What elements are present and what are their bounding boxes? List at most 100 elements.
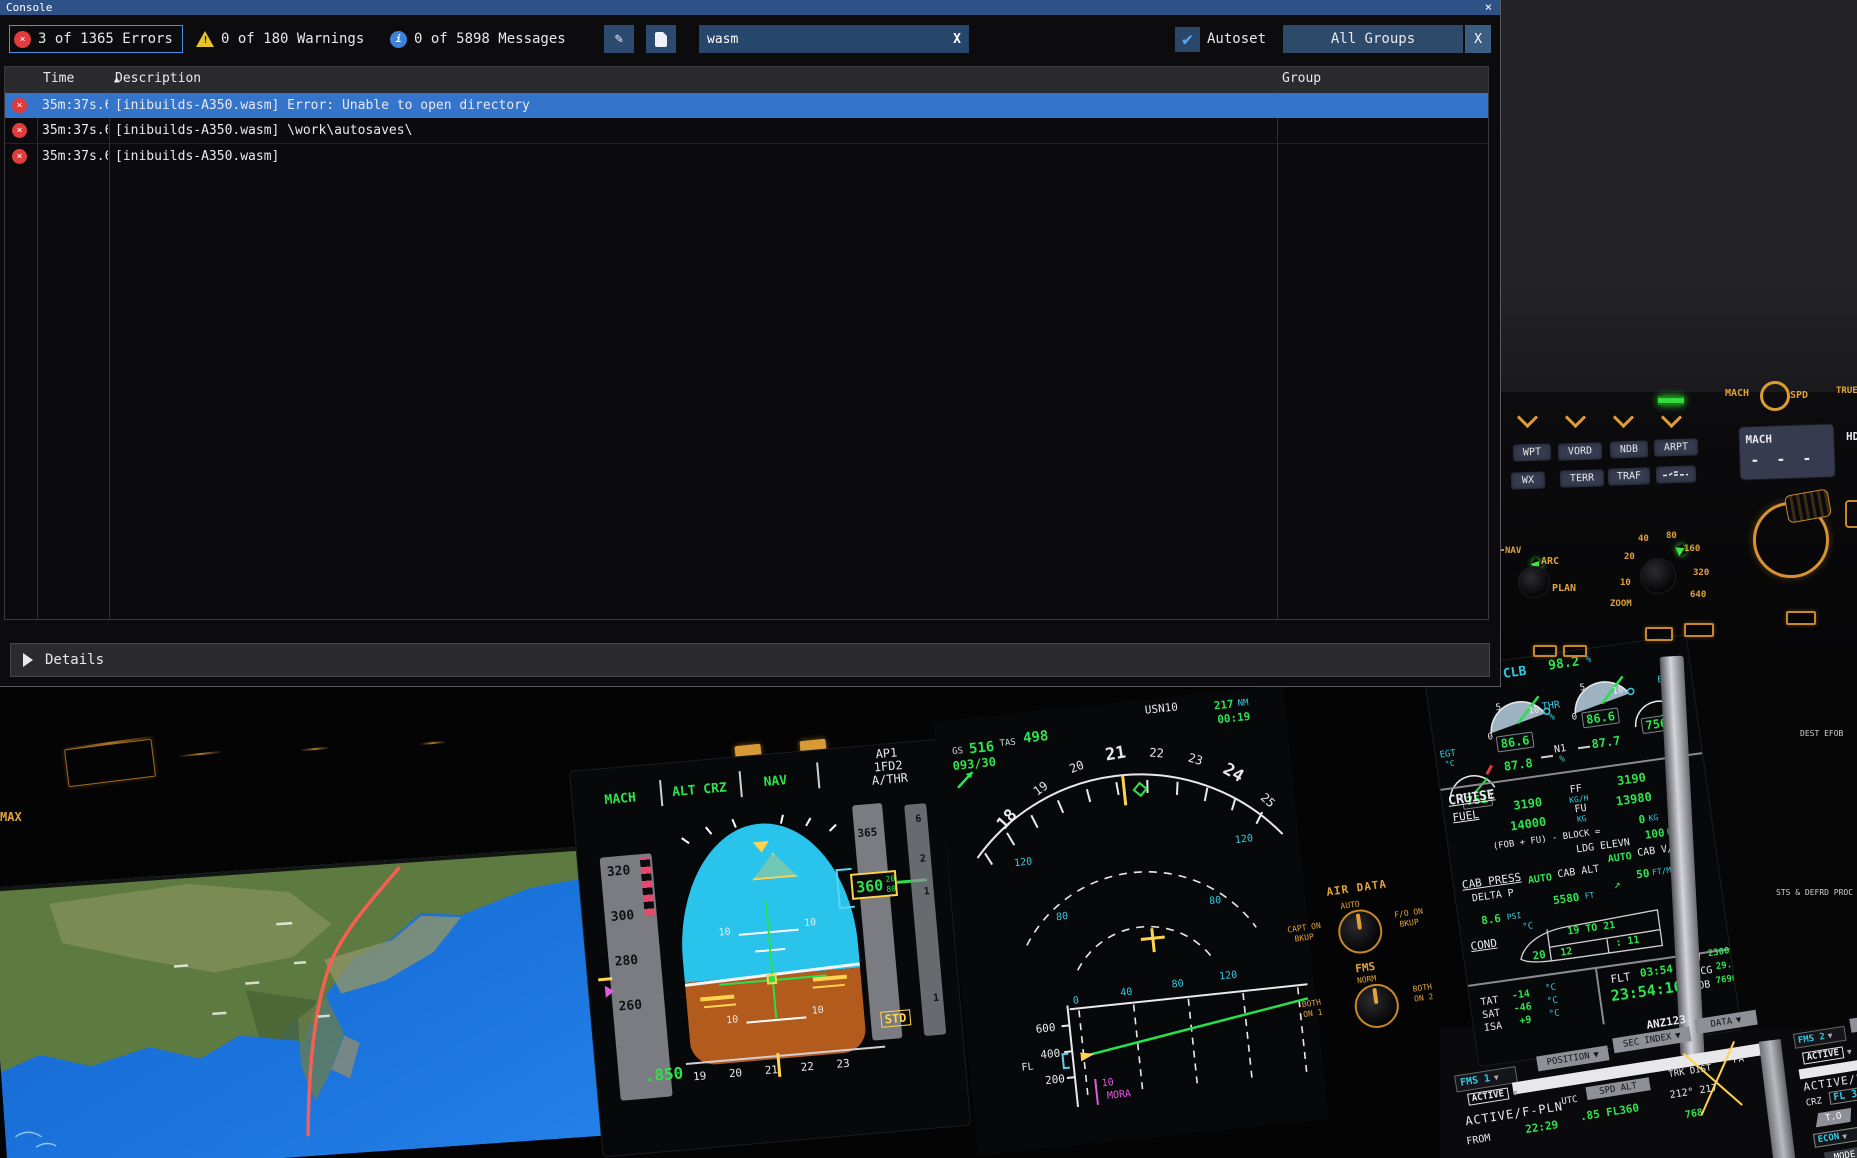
wx-button[interactable]: WX <box>1511 471 1546 489</box>
fms2-dropdown[interactable]: FMS 2 ▼ <box>1793 1026 1847 1049</box>
console-titlebar[interactable]: Console <box>0 0 1500 15</box>
cab-vs-arrow: ↗ <box>1612 877 1621 892</box>
fms-both1b: ON 1 <box>1303 1008 1323 1020</box>
range-640: 640 <box>1690 590 1706 600</box>
range-right-80: 80 <box>1209 895 1222 907</box>
range-knob[interactable] <box>1640 558 1676 594</box>
vd-alt-bracket <box>1062 1054 1069 1069</box>
mach-value: .850 <box>644 1063 684 1085</box>
nd-mode-knob[interactable] <box>1518 566 1550 598</box>
dist-to-wpt: 217 <box>1213 698 1234 713</box>
spd-knob-label: SPD <box>1790 390 1808 401</box>
dist-unit: NM <box>1237 698 1249 709</box>
pitch-10-right: 10 <box>804 917 817 929</box>
source-selectors: AIR DATA AUTO CAPT ON BKUP F/O ON BKUP F… <box>1282 871 1453 1050</box>
svg-text:0: 0 <box>1487 732 1494 743</box>
error-icon: × <box>12 98 27 113</box>
log-row[interactable]: × 35m:37s.614 [inibuilds-A350.wasm] Erro… <box>5 93 1488 118</box>
mach-knob-label: MACH <box>1725 388 1749 399</box>
search-clear-button[interactable]: X <box>953 32 961 47</box>
fu1-value: 14000 <box>1509 815 1547 834</box>
nd-display: GS 516 TAS 498 093/30 USN10 217 NM 00:19… <box>933 685 1329 1155</box>
hdg-20: 20 <box>728 1066 742 1080</box>
wpt-spd-alt: .85 FL360 <box>1579 1101 1640 1123</box>
col-description[interactable]: Description <box>115 71 201 86</box>
log-row[interactable]: × 35m:37s.614 [inibuilds-A350.wasm] <box>5 144 1488 169</box>
wpt-time: 22:29 <box>1524 1118 1559 1136</box>
arpt-button[interactable]: ARPT <box>1654 438 1699 457</box>
pitch-10-low-left: 10 <box>726 1014 739 1026</box>
ndb-button[interactable]: NDB <box>1610 440 1649 458</box>
vord-button[interactable]: VORD <box>1558 442 1603 461</box>
position-dropdown[interactable]: POSITION▼ <box>1536 1045 1609 1071</box>
baro-std: STD <box>880 1009 911 1028</box>
isa-label: ISA <box>1483 1021 1502 1034</box>
panel-button[interactable] <box>1645 627 1673 641</box>
compass-21: 21 <box>1104 742 1127 765</box>
econ-dropdown[interactable]: ECON ▼ <box>1813 1126 1857 1148</box>
log-row[interactable]: × 35m:37s.614 [inibuilds-A350.wasm] \wor… <box>5 118 1488 144</box>
range-left-120: 120 <box>1014 856 1033 869</box>
terr-button[interactable]: TERR <box>1560 469 1605 488</box>
hdg-19: 19 <box>692 1069 706 1083</box>
capt-bkup-label: BKUP <box>1294 932 1314 944</box>
cab-alt-value: 5580 <box>1552 891 1580 908</box>
vd-fl-label: FL <box>1021 1061 1034 1073</box>
warnings-filter-button[interactable]: ! 0 of 180 Warnings <box>196 25 364 53</box>
search-input[interactable]: wasm X <box>699 25 969 53</box>
chevron-down-icon: ▼ <box>1827 1031 1833 1041</box>
ff1-value: 3190 <box>1513 795 1544 813</box>
vd-fl400: 400 <box>1040 1047 1061 1062</box>
copy-button[interactable] <box>646 25 676 53</box>
cockpit-temp: 20 <box>1532 948 1547 963</box>
panel-button[interactable] <box>1684 623 1714 637</box>
traf-button[interactable]: TRAF <box>1608 467 1651 485</box>
speed-tick-280: 280 <box>614 953 639 970</box>
fma-vertical-mode: ALT CRZ <box>672 780 728 800</box>
vd-dist-120: 120 <box>1219 970 1238 983</box>
tas-label: TAS <box>999 737 1016 749</box>
pitch-10-low-right: 10 <box>811 1005 824 1017</box>
air-data-knob[interactable] <box>1335 907 1385 957</box>
svg-text:0: 0 <box>1571 712 1578 723</box>
pfd-display: MACH ALT CRZ NAV AP1 1FD2 A/THR 320 300 … <box>570 740 970 1157</box>
n1-2-value: 87.7 <box>1591 733 1622 751</box>
range-40: 40 <box>1638 534 1649 544</box>
fms-knob[interactable] <box>1352 981 1402 1031</box>
row-time: 35m:37s.614 <box>42 98 108 113</box>
autoset-checkbox[interactable]: ✔ <box>1175 27 1200 52</box>
hdg-22: 22 <box>800 1060 814 1074</box>
to-tab[interactable]: T.O <box>1814 1108 1854 1128</box>
messages-filter-button[interactable]: i 0 of 5898 Messages <box>390 25 566 53</box>
altitude-value: 360 <box>855 876 884 896</box>
errors-filter-button[interactable]: × 3 of 1365 Errors <box>9 25 183 53</box>
copy-icon <box>655 32 667 47</box>
panel-button[interactable] <box>1786 611 1816 625</box>
group-filter-dropdown[interactable]: All Groups <box>1283 25 1463 53</box>
from-label: FROM <box>1466 1133 1492 1148</box>
info-icon: i <box>390 31 407 48</box>
block-value: 0 <box>1638 813 1646 827</box>
attitude-indicator: 10 10 10 10 <box>672 816 868 1066</box>
data-dropdown[interactable]: DATA▼ <box>1694 1010 1758 1035</box>
altitude-small-top: 20 <box>885 874 895 884</box>
mach-spd-knob[interactable] <box>1760 381 1790 411</box>
vs-2: 2 <box>919 853 926 864</box>
col-time[interactable]: Time <box>43 71 74 86</box>
speed-window-label: MACH <box>1745 433 1772 447</box>
details-expander[interactable]: Details <box>10 643 1490 677</box>
panel-button[interactable] <box>1533 645 1557 657</box>
compass-24: 24 <box>1219 759 1247 787</box>
group-clear-button[interactable]: X <box>1465 25 1491 53</box>
clear-console-button[interactable]: ✎ <box>604 25 634 53</box>
panel-button[interactable] <box>1563 645 1587 657</box>
range-80: 80 <box>1666 531 1677 541</box>
tat-unit: °C <box>1545 983 1557 994</box>
route-filter-button[interactable] <box>1656 465 1697 483</box>
close-icon[interactable]: × <box>1485 0 1492 15</box>
col-group[interactable]: Group <box>1282 71 1321 86</box>
fma-divider <box>816 762 820 788</box>
cursor-icon <box>1672 1031 1773 1124</box>
fuel-title: FUEL <box>1452 808 1480 825</box>
wpt-button[interactable]: WPT <box>1513 443 1552 461</box>
